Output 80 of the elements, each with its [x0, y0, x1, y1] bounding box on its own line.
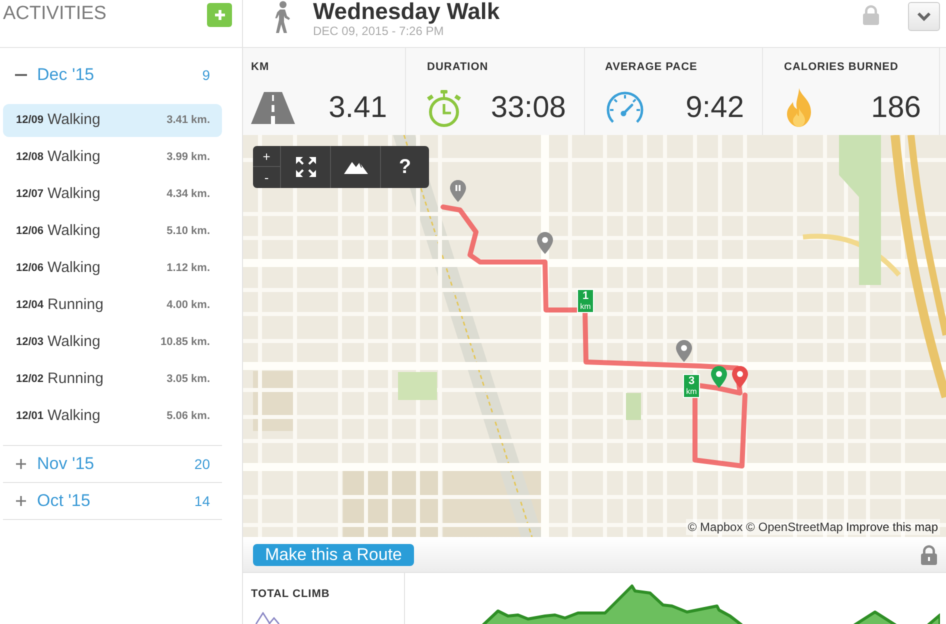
- stat-value: 186: [870, 92, 921, 124]
- activity-row[interactable]: 12/02 Running 3.05 km.: [3, 363, 222, 396]
- activity-distance: 3.41 km.: [166, 113, 210, 128]
- activity-row[interactable]: 12/09 Walking 3.41 km.: [3, 104, 222, 137]
- sidebar-title: ACTIVITIES: [2, 2, 106, 26]
- dropdown-button[interactable]: [908, 2, 940, 31]
- map-pin-icon: [711, 366, 727, 388]
- map-pin-icon: [537, 232, 553, 254]
- activity-type: Walking: [48, 184, 100, 204]
- park-area: [398, 372, 437, 400]
- zoom-in-button[interactable]: +: [253, 146, 280, 167]
- activity-type: Running: [48, 369, 104, 390]
- activity-date: 12/09: [16, 113, 44, 128]
- road-icon: [251, 92, 295, 124]
- speedometer-icon: [605, 91, 645, 125]
- activity-date: 12/01: [16, 409, 44, 424]
- mountain-icon: [344, 160, 368, 174]
- activity-date: 12/03: [16, 335, 44, 350]
- stat-label: TOTAL CLIMB: [250, 587, 331, 601]
- activity-date: 12/07: [16, 187, 44, 202]
- help-button[interactable]: ?: [380, 146, 429, 188]
- walking-person-icon: [272, 1, 292, 33]
- activity-count: 14: [194, 492, 210, 510]
- activity-type: Walking: [48, 147, 100, 168]
- km-marker-unit: km: [580, 302, 591, 311]
- activity-date: 12/08: [16, 150, 44, 166]
- stat-label: AVERAGE PACE: [605, 60, 698, 74]
- activity-distance: 1.12 km.: [166, 261, 210, 276]
- stat-label: DURATION: [427, 60, 490, 74]
- activity-distance: 4.00 km.: [166, 298, 210, 314]
- stat-label: CALORIES BURNED: [784, 60, 900, 74]
- activity-row[interactable]: 12/06 Walking 5.10 km.: [3, 215, 222, 248]
- activity-datetime: DEC 09, 2015 - 7:26 PM: [313, 24, 445, 38]
- map-pin-icon: [450, 180, 466, 202]
- activity-distance: 3.99 km.: [166, 150, 210, 166]
- stopwatch-icon: [427, 89, 463, 127]
- map-attribution: © Mapbox © OpenStreetMap: [688, 519, 843, 535]
- km-marker-value: 3: [688, 376, 695, 387]
- activity-distance: 5.10 km.: [166, 224, 210, 240]
- flame-icon: [784, 88, 814, 128]
- activity-count: 9: [202, 66, 210, 84]
- activity-distance: 4.34 km.: [166, 187, 210, 202]
- activity-row[interactable]: 12/03 Walking 10.85 km.: [3, 326, 222, 359]
- chevron-down-icon: [917, 12, 931, 21]
- activity-type: Walking: [48, 406, 100, 426]
- activity-type: Walking: [48, 332, 100, 352]
- activity-date: 12/04: [16, 298, 44, 314]
- activity-row[interactable]: 12/06 Walking 1.12 km.: [3, 252, 222, 285]
- zoom-out-button[interactable]: -: [253, 167, 280, 188]
- activity-distance: 3.05 km.: [166, 372, 210, 388]
- expand-icon[interactable]: [16, 459, 26, 469]
- stat-label: KM: [251, 60, 270, 74]
- activity-row[interactable]: 12/07 Walking 4.34 km.: [3, 178, 222, 211]
- stat-value: 9:42: [686, 92, 744, 124]
- activity-count: 20: [194, 454, 210, 474]
- map-pin-icon: [732, 366, 748, 388]
- activity-date: 12/06: [16, 261, 44, 276]
- activity-row[interactable]: 12/04 Running 4.00 km.: [3, 289, 222, 322]
- activity-distance: 5.06 km.: [166, 409, 210, 424]
- activity-type: Walking: [48, 258, 100, 278]
- stat-value: 3.41: [328, 92, 387, 124]
- activity-date: 12/06: [16, 224, 44, 240]
- km-marker-value: 1: [582, 291, 589, 302]
- fullscreen-icon: [296, 157, 316, 177]
- stat-value: 33:08: [490, 92, 566, 124]
- plus-icon: [214, 10, 224, 20]
- activity-row[interactable]: 12/08 Walking 3.99 km.: [3, 141, 222, 174]
- activity-type: Walking: [48, 221, 100, 242]
- lock-icon[interactable]: [920, 544, 938, 564]
- activity-type: Running: [48, 295, 104, 316]
- activity-type: Walking: [48, 110, 100, 130]
- park-area: [626, 393, 641, 420]
- activity-distance: 10.85 km.: [160, 335, 210, 350]
- km-marker-unit: km: [686, 387, 697, 396]
- activity-title: Wednesday Walk: [313, 0, 500, 22]
- map-pin-icon: [676, 340, 692, 362]
- activity-row[interactable]: 12/01 Walking 5.06 km.: [3, 400, 222, 433]
- activity-date: 12/02: [16, 372, 44, 388]
- expand-icon[interactable]: [16, 496, 26, 506]
- improve-map-link[interactable]: Improve this map: [846, 519, 938, 535]
